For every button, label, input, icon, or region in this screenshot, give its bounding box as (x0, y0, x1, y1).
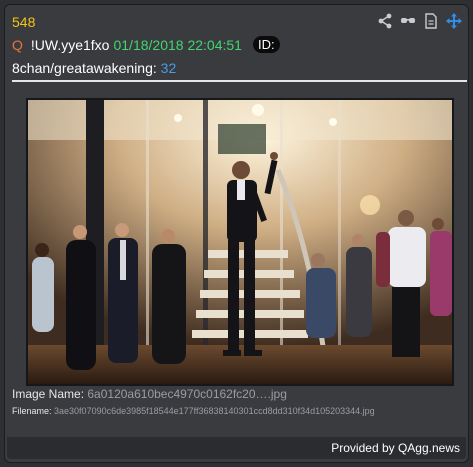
document-icon[interactable] (423, 13, 439, 29)
filename-line: Filename: 3ae30f07090c6de3985f18544e177f… (12, 406, 375, 416)
photo (28, 100, 452, 384)
attached-image[interactable] (26, 98, 454, 386)
tripcode: !UW.yye1fxo (30, 36, 110, 53)
glasses-icon[interactable] (400, 13, 416, 29)
reply-link[interactable]: 32 (161, 60, 177, 76)
filename-value: 3ae30f07090c6de3985f18544e177ff368381403… (54, 406, 375, 416)
timestamp: 01/18/2018 22:04:51 (113, 36, 242, 53)
post-number: 548 (12, 14, 36, 30)
board-line: 8chan/greatawakening: 32 (12, 60, 176, 76)
image-name-line: Image Name: 6a0120a610bec4970c0162fc20….… (12, 387, 287, 401)
move-icon[interactable] (446, 13, 462, 29)
image-name-label: Image Name: (12, 387, 85, 401)
post-card: 548 Q !UW.yye1fxo 01/18/2018 22:04:51 ID… (4, 4, 469, 463)
post-toolbar (377, 13, 462, 29)
board-name: 8chan/greatawakening: (12, 60, 157, 76)
post-meta: Q !UW.yye1fxo 01/18/2018 22:04:51 ID: (12, 36, 280, 53)
provider-credit: Provided by QAgg.news (331, 441, 460, 455)
divider (12, 80, 467, 82)
id-badge: ID: (252, 36, 280, 53)
image-name-value: 6a0120a610bec4970c0162fc20….jpg (87, 387, 287, 401)
card-footer: Provided by QAgg.news (7, 437, 466, 459)
q-marker: Q (12, 36, 23, 53)
filename-label: Filename: (12, 406, 52, 416)
share-icon[interactable] (377, 13, 393, 29)
